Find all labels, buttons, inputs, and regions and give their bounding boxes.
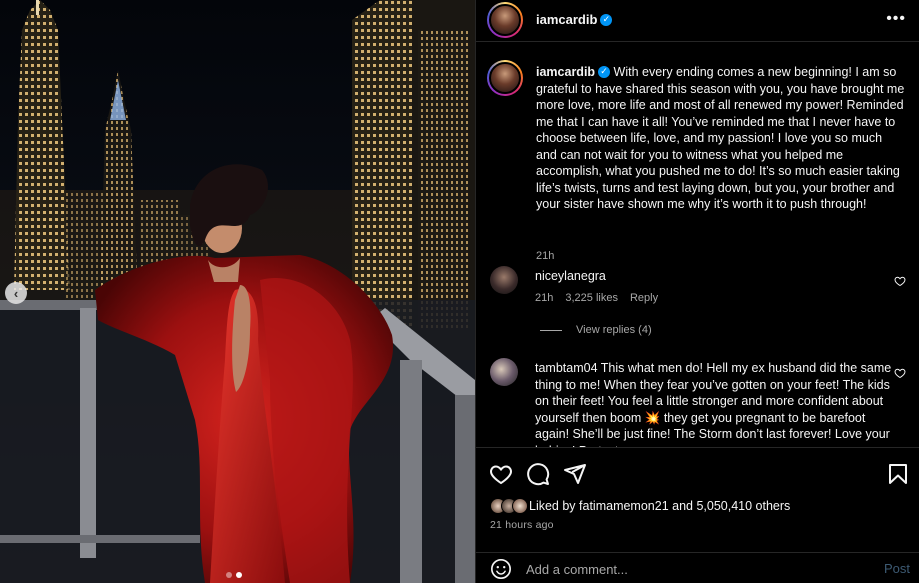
post-header: iamcardib ✓ ••• xyxy=(476,0,919,42)
view-replies-label: View replies (4) xyxy=(576,324,652,336)
replies-divider xyxy=(540,329,562,331)
share-icon[interactable] xyxy=(563,462,587,486)
carousel-prev-button[interactable]: ‹ xyxy=(5,282,27,304)
verified-badge-icon: ✓ xyxy=(598,65,611,78)
more-options-button[interactable]: ••• xyxy=(886,10,906,28)
comment-body: tambtam04 This what men do! Hell my ex h… xyxy=(535,360,900,447)
comment-body: niceylanegra xyxy=(535,268,885,285)
save-bookmark-icon[interactable] xyxy=(886,462,910,486)
add-comment-bar: Post xyxy=(476,552,919,583)
comment-likes[interactable]: 3,225 likes xyxy=(565,292,618,304)
comment-icon[interactable] xyxy=(526,462,550,486)
comment-input[interactable] xyxy=(526,559,866,579)
commenter-avatar[interactable] xyxy=(490,266,518,294)
liker-username[interactable]: fatimamemon21 xyxy=(579,499,669,513)
caption-time[interactable]: 21h xyxy=(536,250,554,262)
post-actions: Liked by fatimamemon21 and 5,050,410 oth… xyxy=(476,447,919,557)
caption-username[interactable]: iamcardib xyxy=(536,65,595,79)
view-replies-button[interactable]: View replies (4) xyxy=(540,324,652,336)
carousel-dots xyxy=(226,572,242,578)
post-timestamp[interactable]: 21 hours ago xyxy=(490,519,554,531)
comment-meta: 21h 3,225 likes Reply xyxy=(535,292,658,304)
comment-like-icon[interactable] xyxy=(894,367,906,379)
comment-time[interactable]: 21h xyxy=(535,292,553,304)
emoji-icon[interactable] xyxy=(490,558,512,580)
comment-like-icon[interactable] xyxy=(894,275,906,287)
post-comment-button[interactable]: Post xyxy=(884,561,910,576)
post-photo[interactable]: ‹ xyxy=(0,0,475,583)
comment-username[interactable]: tambtam04 xyxy=(535,361,598,375)
caption-avatar[interactable] xyxy=(487,60,523,96)
author-avatar[interactable] xyxy=(487,2,523,38)
likes-text: Liked by fatimamemon21 and 5,050,410 oth… xyxy=(529,499,791,513)
commenter-avatar[interactable] xyxy=(490,358,518,386)
author-username[interactable]: iamcardib ✓ xyxy=(536,12,613,27)
post-side-panel: iamcardib ✓ ••• iamcardib ✓ With every end… xyxy=(475,0,919,583)
reply-button[interactable]: Reply xyxy=(630,292,658,304)
carousel-dot xyxy=(226,572,232,578)
liker-avatar xyxy=(512,498,528,514)
comments-section[interactable]: iamcardib ✓ With every ending comes a new… xyxy=(476,43,919,447)
comment-username[interactable]: niceylanegra xyxy=(535,269,606,283)
liker-avatars xyxy=(490,498,528,514)
verified-badge-icon: ✓ xyxy=(600,13,613,26)
likes-summary[interactable]: Liked by fatimamemon21 and 5,050,410 oth… xyxy=(490,498,790,514)
caption-text-block: iamcardib ✓ With every ending comes a new… xyxy=(536,64,906,213)
likes-count[interactable]: 5,050,410 others xyxy=(696,499,790,513)
caption-text: With every ending comes a new beginning!… xyxy=(536,65,905,211)
carousel-dot-active xyxy=(236,572,242,578)
like-icon[interactable] xyxy=(489,462,513,486)
photo-illustration xyxy=(0,0,475,583)
